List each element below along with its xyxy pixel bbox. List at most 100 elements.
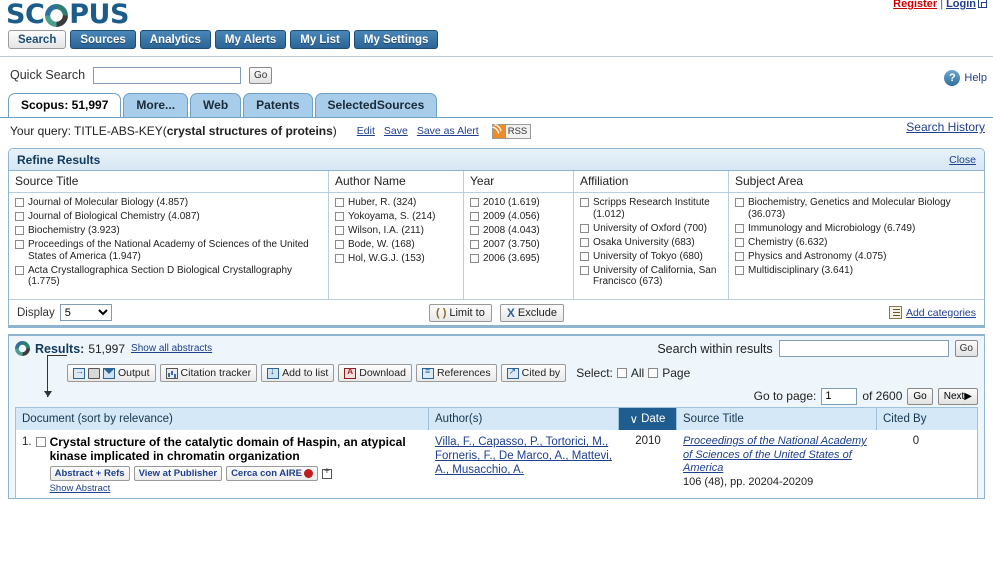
facet-checkbox[interactable]	[735, 198, 744, 207]
document-title-link[interactable]: Crystal structure of the catalytic domai…	[50, 435, 423, 463]
help-label[interactable]: Help	[964, 72, 987, 84]
facet-checkbox[interactable]	[580, 237, 589, 247]
facet-checkbox[interactable]	[15, 198, 24, 207]
facet-checkbox[interactable]	[470, 226, 479, 235]
facet-checkbox[interactable]	[335, 212, 344, 221]
facet-option[interactable]: Immunology and Microbiology (6.749)	[735, 223, 980, 235]
column-header-authors[interactable]: Author(s)	[429, 408, 619, 430]
facet-checkbox[interactable]	[335, 198, 344, 207]
facet-checkbox[interactable]	[580, 198, 589, 207]
column-header-cited-by[interactable]: Cited By	[877, 408, 955, 430]
nav-item-my-alerts[interactable]: My Alerts	[214, 30, 287, 49]
citation-tracker-button[interactable]: Citation tracker	[159, 364, 258, 382]
facet-option[interactable]: 2008 (4.043)	[470, 225, 569, 237]
scopus-logo[interactable]: SC PUS	[6, 0, 129, 30]
facet-option[interactable]: Wilson, I.A. (211)	[335, 225, 459, 237]
facet-checkbox[interactable]	[15, 212, 24, 221]
facet-checkbox[interactable]	[470, 198, 479, 207]
show-all-abstracts-link[interactable]: Show all abstracts	[131, 343, 212, 354]
facet-option[interactable]: University of Oxford (700)	[580, 223, 724, 235]
facet-checkbox[interactable]	[15, 265, 24, 275]
select-page-checkbox[interactable]	[648, 368, 659, 378]
add-to-list-button[interactable]: Add to list	[261, 364, 335, 382]
add-categories-group[interactable]: Add categories	[888, 306, 976, 319]
nav-item-analytics[interactable]: Analytics	[139, 30, 211, 49]
search-within-go-button[interactable]: Go	[954, 340, 978, 357]
row-select-checkbox[interactable]	[35, 437, 46, 447]
facet-checkbox[interactable]	[735, 251, 744, 261]
facet-checkbox[interactable]	[335, 226, 344, 235]
facet-checkbox[interactable]	[335, 240, 344, 249]
facet-option[interactable]: Physics and Astronomy (4.075)	[735, 251, 980, 263]
facet-option[interactable]: Biochemistry, Genetics and Molecular Bio…	[735, 197, 980, 220]
query-save-as-alert-link[interactable]: Save as Alert	[417, 125, 479, 137]
select-all-checkbox[interactable]	[616, 368, 627, 378]
facet-checkbox[interactable]	[470, 254, 479, 263]
facet-option[interactable]: Osaka University (683)	[580, 237, 724, 249]
tab-scopus[interactable]: Scopus: 51,997	[8, 93, 122, 117]
tab-patents[interactable]: Patents	[243, 93, 313, 117]
quick-search-input[interactable]	[93, 66, 242, 84]
search-history-link[interactable]: Search History	[906, 120, 985, 134]
tab-web[interactable]: Web	[190, 93, 242, 117]
query-save-link[interactable]: Save	[384, 125, 408, 137]
facet-checkbox[interactable]	[735, 237, 744, 247]
facet-checkbox[interactable]	[735, 223, 744, 233]
nav-item-my-settings[interactable]: My Settings	[353, 30, 439, 49]
facet-option[interactable]: 2010 (1.619)	[470, 197, 569, 209]
expand-plus-icon[interactable]	[321, 466, 332, 479]
facet-option[interactable]: Yokoyama, S. (214)	[335, 211, 459, 223]
facet-option[interactable]: Acta Crystallographica Section D Biologi…	[15, 265, 324, 288]
source-title-link[interactable]: Proceedings of the National Academy of S…	[683, 435, 867, 474]
view-at-publisher-button[interactable]: View at Publisher	[133, 466, 223, 481]
facet-option[interactable]: University of Tokyo (680)	[580, 251, 724, 263]
facet-checkbox[interactable]	[580, 251, 589, 261]
facet-option[interactable]: Proceedings of the National Academy of S…	[15, 239, 324, 262]
next-page-button[interactable]: Next▶	[937, 387, 978, 405]
facet-option[interactable]: University of California, San Francisco …	[580, 265, 724, 288]
facet-option[interactable]: 2009 (4.056)	[470, 211, 569, 223]
limit-to-button[interactable]: ( ) Limit to	[428, 303, 492, 322]
facet-option[interactable]: Biochemistry (3.923)	[15, 225, 324, 237]
facet-option[interactable]: Hol, W.G.J. (153)	[335, 253, 459, 265]
nav-item-search[interactable]: Search	[8, 30, 67, 49]
facet-checkbox[interactable]	[470, 240, 479, 249]
facet-checkbox[interactable]	[470, 212, 479, 221]
facet-option[interactable]: 2006 (3.695)	[470, 253, 569, 265]
column-header-date[interactable]: ∨ Date	[619, 408, 677, 430]
facet-option[interactable]: Journal of Molecular Biology (4.857)	[15, 197, 324, 209]
nav-item-sources[interactable]: Sources	[70, 30, 136, 49]
column-header-source-title[interactable]: Source Title	[677, 408, 877, 430]
facet-option[interactable]: Chemistry (6.632)	[735, 237, 980, 249]
refine-close-link[interactable]: Close	[949, 154, 976, 166]
register-link[interactable]: Register	[893, 0, 937, 10]
author-links[interactable]: Villa, F., Capasso, P., Tortorici, M., F…	[435, 436, 612, 476]
facet-checkbox[interactable]	[15, 226, 24, 235]
rss-button[interactable]: RSS	[491, 123, 532, 139]
help-group[interactable]: ? Help	[944, 70, 987, 86]
facet-option[interactable]: Multidisciplinary (3.641)	[735, 265, 980, 277]
nav-item-my-list[interactable]: My List	[290, 30, 350, 49]
login-link[interactable]: Login	[946, 0, 976, 10]
facet-option[interactable]: Journal of Biological Chemistry (4.087)	[15, 211, 324, 223]
tab-selected-sources[interactable]: SelectedSources	[314, 93, 438, 117]
download-button[interactable]: Download	[338, 364, 412, 382]
exclude-button[interactable]: X Exclude	[499, 303, 564, 322]
tab-more[interactable]: More...	[123, 93, 189, 117]
cerca-con-aire-button[interactable]: Cerca con AIRE	[226, 466, 318, 481]
cited-by-button[interactable]: Cited by	[500, 364, 567, 382]
query-edit-link[interactable]: Edit	[357, 125, 375, 137]
facet-option[interactable]: Huber, R. (324)	[335, 197, 459, 209]
search-within-input[interactable]	[778, 340, 949, 357]
goto-page-input[interactable]	[821, 387, 858, 405]
facet-checkbox[interactable]	[580, 265, 589, 275]
facet-option[interactable]: Bode, W. (168)	[335, 239, 459, 251]
facet-checkbox[interactable]	[15, 240, 24, 249]
facet-checkbox[interactable]	[735, 265, 744, 275]
output-button[interactable]: Output	[67, 364, 156, 382]
references-button[interactable]: References	[415, 364, 497, 382]
column-header-document[interactable]: Document (sort by relevance)	[16, 408, 429, 430]
facet-option[interactable]: 2007 (3.750)	[470, 239, 569, 251]
abstract-refs-button[interactable]: Abstract + Refs	[49, 466, 130, 481]
facet-checkbox[interactable]	[335, 254, 344, 263]
